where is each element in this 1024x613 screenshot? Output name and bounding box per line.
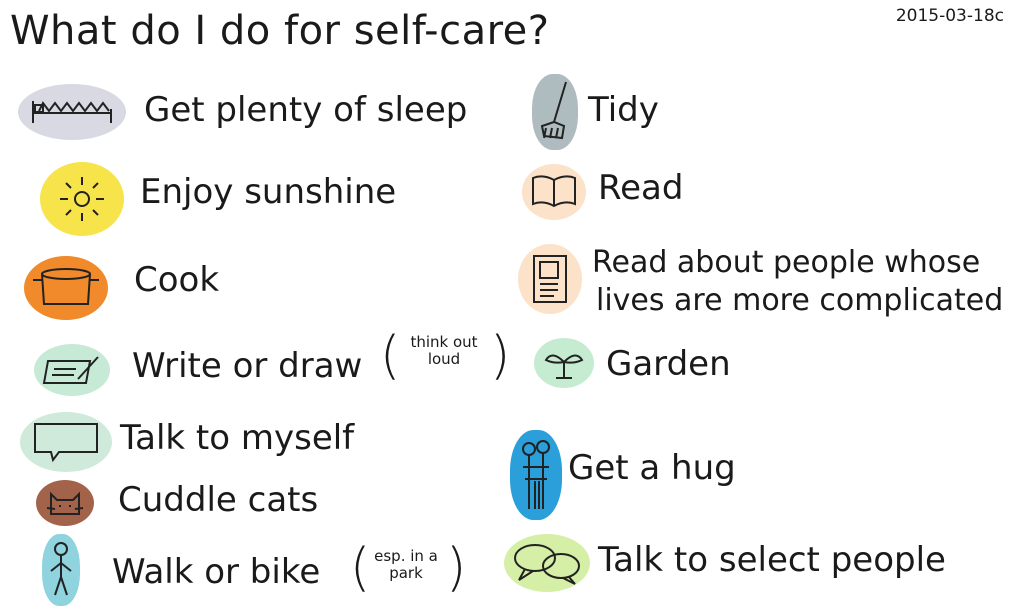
item-label: Garden xyxy=(606,344,731,384)
conversation-bubbles-icon xyxy=(504,534,590,592)
item-label: Talk to select people xyxy=(598,540,946,580)
close-paren: ) xyxy=(490,326,511,386)
hugging-people-icon xyxy=(510,430,562,520)
broom-icon xyxy=(532,74,578,150)
cat-icon xyxy=(36,480,94,526)
bed-icon xyxy=(18,84,126,140)
sprout-icon xyxy=(534,338,594,388)
item-label: Get plenty of sleep xyxy=(144,90,468,130)
item-label: Read xyxy=(598,168,684,208)
book-icon xyxy=(522,164,586,220)
item-label: Cook xyxy=(134,260,220,300)
item-label: Talk to myself xyxy=(120,418,355,458)
item-label: Get a hug xyxy=(568,448,736,488)
date-stamp: 2015-03-18c xyxy=(895,6,1004,26)
aside-note: think out loud xyxy=(410,333,478,369)
pen-paper-icon xyxy=(34,344,110,396)
item-label: Walk or bike xyxy=(112,552,321,592)
item-label: Tidy xyxy=(588,90,659,130)
item-label-line1: Read about people whose xyxy=(592,245,981,280)
sun-icon xyxy=(40,162,124,236)
item-label: Write or draw xyxy=(132,346,363,386)
speech-bubble-icon xyxy=(20,412,112,472)
page-title: What do I do for self-care? xyxy=(10,8,550,54)
walking-person-icon xyxy=(42,534,80,606)
aside-note: esp. in a park xyxy=(374,547,438,583)
item-label: Enjoy sunshine xyxy=(140,172,397,212)
close-paren: ) xyxy=(446,538,467,598)
item-label: Cuddle cats xyxy=(118,480,319,520)
biography-book-icon xyxy=(518,244,582,314)
item-label-line2: lives are more complicated xyxy=(596,283,1004,318)
pot-icon xyxy=(24,256,108,320)
